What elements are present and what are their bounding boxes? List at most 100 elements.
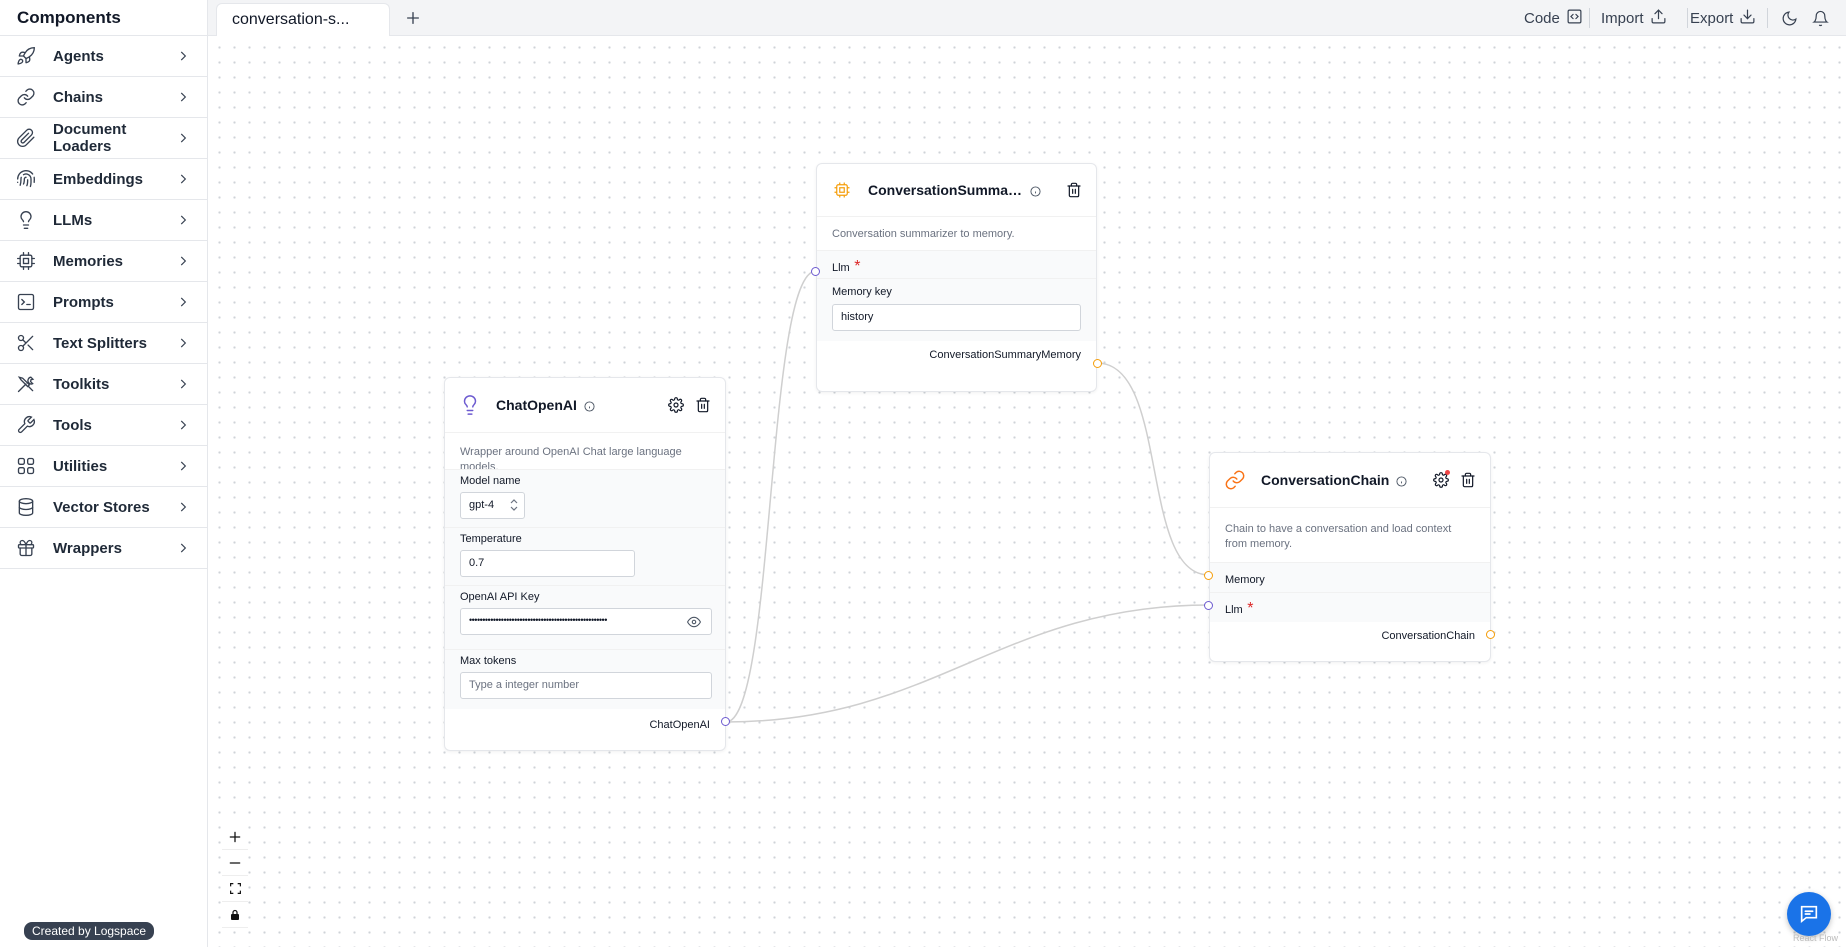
sidebar-item-wrappers[interactable]: Wrappers bbox=[0, 528, 207, 569]
info-icon[interactable] bbox=[584, 399, 597, 412]
minus-icon bbox=[229, 861, 241, 864]
sidebar-item-label: Embeddings bbox=[53, 170, 144, 188]
sidebar-item-utilities[interactable]: Utilities bbox=[0, 446, 207, 487]
chevron-right-icon bbox=[173, 459, 193, 473]
api-key-value: ••••••••••••••••••••••••••••••••••••••••… bbox=[469, 615, 607, 625]
link-icon bbox=[1223, 468, 1247, 492]
sidebar-item-label: Memories bbox=[53, 252, 124, 270]
node-title: ConversationChain bbox=[1261, 472, 1390, 488]
api-key-row: OpenAI API Key •••••••••••••••••••••••••… bbox=[445, 585, 725, 649]
rocket-icon bbox=[14, 44, 38, 68]
bell-icon[interactable] bbox=[1809, 7, 1831, 29]
sidebar-item-label: Toolkits bbox=[53, 375, 110, 393]
chain-output-handle[interactable] bbox=[1486, 630, 1495, 639]
sidebar-item-llms[interactable]: LLMs bbox=[0, 200, 207, 241]
sidebar-title: Components bbox=[0, 0, 207, 36]
node-conversation-chain[interactable]: ConversationChain Chain to have a conver… bbox=[1209, 452, 1491, 662]
chain-memory-handle[interactable] bbox=[1204, 571, 1213, 580]
sidebar-item-memories[interactable]: Memories bbox=[0, 241, 207, 282]
summary-llm-handle[interactable] bbox=[811, 267, 820, 276]
cpu-icon bbox=[830, 178, 854, 202]
chain-llm-handle[interactable] bbox=[1204, 601, 1213, 610]
model-name-select[interactable]: gpt-4 bbox=[460, 492, 525, 519]
top-bar: conversation-s... Code Import Export bbox=[208, 0, 1846, 36]
field-label: Memory key bbox=[832, 286, 892, 298]
chevron-right-icon bbox=[173, 131, 193, 145]
info-icon[interactable] bbox=[1030, 184, 1043, 197]
chevron-right-icon bbox=[173, 541, 193, 555]
gear-icon[interactable] bbox=[1431, 470, 1451, 490]
sidebar-item-vector-stores[interactable]: Vector Stores bbox=[0, 487, 207, 528]
sidebar-item-tools[interactable]: Tools bbox=[0, 405, 207, 446]
chat-icon bbox=[1800, 905, 1818, 924]
code-label: Code bbox=[1524, 9, 1560, 27]
toolbar-divider bbox=[1687, 8, 1688, 28]
plus-icon[interactable] bbox=[402, 7, 424, 29]
lightbulb-icon bbox=[458, 393, 482, 417]
info-icon[interactable] bbox=[1396, 474, 1409, 487]
zoom-out-button[interactable] bbox=[222, 850, 248, 876]
node-title: ConversationSummary... bbox=[868, 182, 1023, 198]
output-row: ConversationSummaryMemory bbox=[817, 341, 1096, 369]
sidebar-item-agents[interactable]: Agents bbox=[0, 36, 207, 77]
memory-key-input[interactable]: history bbox=[832, 304, 1081, 331]
sidebar-item-toolkits[interactable]: Toolkits bbox=[0, 364, 207, 405]
sidebar-item-text-splitters[interactable]: Text Splitters bbox=[0, 323, 207, 364]
output-label: ConversationSummaryMemory bbox=[929, 349, 1081, 361]
components-sidebar: Components Agents Chains Document Loader… bbox=[0, 0, 208, 947]
tab-conversation[interactable]: conversation-s... bbox=[216, 3, 390, 36]
input-llm-row: Llm * bbox=[817, 250, 1096, 278]
scissors-icon bbox=[14, 331, 38, 355]
zoom-in-button[interactable] bbox=[222, 824, 248, 850]
input-memory-row: Memory bbox=[1210, 562, 1490, 592]
lock-icon bbox=[231, 909, 239, 920]
fit-view-button[interactable] bbox=[222, 876, 248, 902]
memory-key-row: Memory key history bbox=[817, 278, 1096, 341]
model-name-row: Model name gpt-4 bbox=[445, 469, 725, 527]
code-button[interactable]: Code bbox=[1524, 7, 1583, 29]
lock-button[interactable] bbox=[222, 902, 248, 928]
moon-icon[interactable] bbox=[1778, 7, 1800, 29]
node-header[interactable]: ConversationSummary... bbox=[817, 164, 1096, 216]
chevron-right-icon bbox=[173, 90, 193, 104]
field-label: Temperature bbox=[460, 533, 522, 545]
import-button[interactable]: Import bbox=[1601, 7, 1667, 29]
api-key-input[interactable]: ••••••••••••••••••••••••••••••••••••••••… bbox=[460, 608, 712, 635]
chevron-right-icon bbox=[173, 418, 193, 432]
field-label: Max tokens bbox=[460, 655, 517, 667]
output-label: ChatOpenAI bbox=[649, 719, 710, 731]
export-button[interactable]: Export bbox=[1690, 7, 1756, 29]
sidebar-item-chains[interactable]: Chains bbox=[0, 77, 207, 118]
toolbar-divider bbox=[1589, 8, 1590, 28]
gear-icon[interactable] bbox=[666, 395, 686, 415]
max-tokens-input[interactable]: Type a integer number bbox=[460, 672, 712, 699]
cpu-icon bbox=[14, 249, 38, 273]
summary-output-handle[interactable] bbox=[1093, 359, 1102, 368]
sidebar-item-label: Prompts bbox=[53, 293, 114, 311]
node-chatopenai[interactable]: ChatOpenAI Wrapper around OpenAI Chat la… bbox=[444, 377, 726, 751]
sidebar-item-embeddings[interactable]: Embeddings bbox=[0, 159, 207, 200]
output-row: ChatOpenAI bbox=[445, 711, 725, 739]
temperature-row: Temperature 0.7 bbox=[445, 527, 725, 585]
model-name-value: gpt-4 bbox=[469, 499, 495, 511]
sidebar-item-prompts[interactable]: Prompts bbox=[0, 282, 207, 323]
created-by-badge[interactable]: Created by Logspace bbox=[24, 922, 155, 940]
node-header[interactable]: ConversationChain bbox=[1210, 453, 1490, 507]
trash-icon[interactable] bbox=[1458, 470, 1478, 490]
input-llm-row: Llm * bbox=[1210, 592, 1490, 622]
temperature-input[interactable]: 0.7 bbox=[460, 550, 635, 577]
eye-icon[interactable] bbox=[686, 615, 702, 631]
node-title: ChatOpenAI bbox=[496, 397, 577, 413]
node-header[interactable]: ChatOpenAI bbox=[445, 378, 725, 432]
sidebar-item-document-loaders[interactable]: Document Loaders bbox=[0, 118, 207, 159]
chat-button[interactable] bbox=[1787, 892, 1831, 936]
fingerprint-icon bbox=[14, 167, 38, 191]
chatopenai-output-handle[interactable] bbox=[721, 717, 730, 726]
chevron-right-icon bbox=[173, 49, 193, 63]
trash-icon[interactable] bbox=[1064, 180, 1084, 200]
node-conversation-summary-memory[interactable]: ConversationSummary... Conversation summ… bbox=[816, 163, 1097, 392]
fullscreen-icon bbox=[229, 883, 241, 894]
trash-icon[interactable] bbox=[693, 395, 713, 415]
alert-dot bbox=[1445, 470, 1450, 475]
react-flow-attribution[interactable]: React Flow bbox=[1793, 933, 1838, 943]
